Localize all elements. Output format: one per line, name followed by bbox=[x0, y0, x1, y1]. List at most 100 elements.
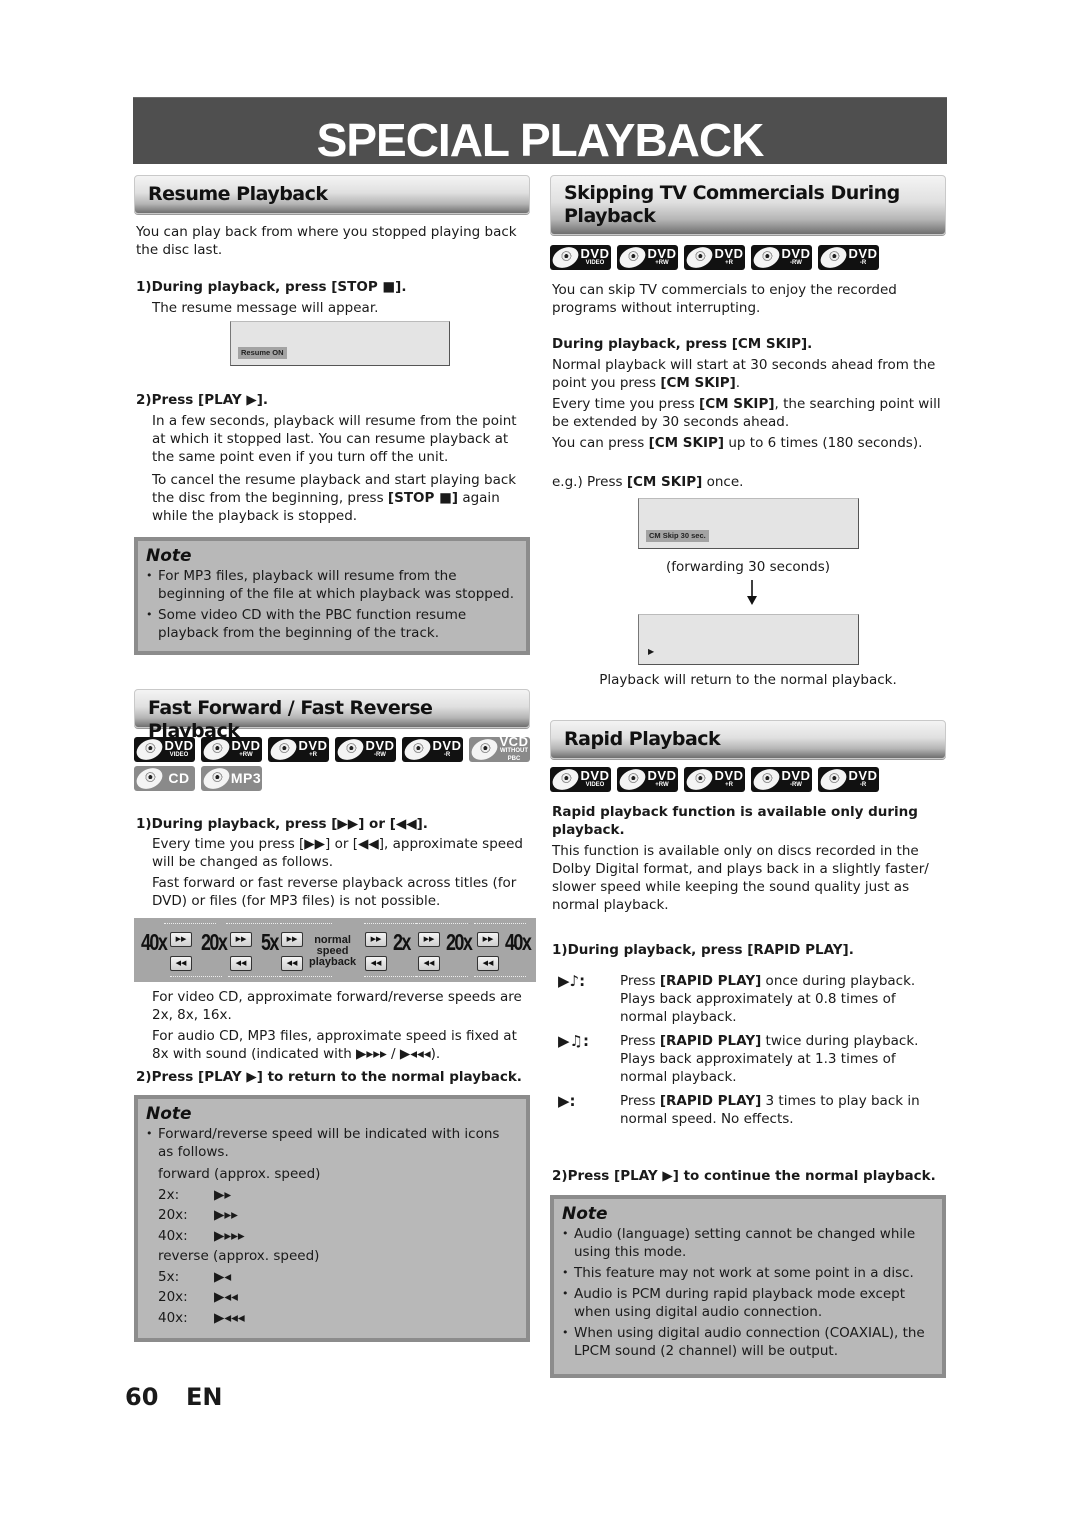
cm-skip-line3: You can press [CM SKIP] up to 6 times (1… bbox=[552, 435, 923, 451]
rew-button-icon: ◀◀ bbox=[418, 956, 440, 971]
dvd-plus-rw-disc-icon: DVD +RW bbox=[617, 245, 678, 270]
forward-label: forward (approx. speed) bbox=[158, 1166, 321, 1182]
ff-note: Note Forward/reverse speed will be indic… bbox=[134, 1095, 530, 1342]
cd-disc-icon: CD bbox=[134, 766, 195, 791]
fwd-20x-icon: ▶▸▸ bbox=[214, 1207, 238, 1223]
note-title: Note bbox=[146, 1104, 192, 1124]
resume-step2-text2: To cancel the resume playback and start … bbox=[152, 472, 517, 524]
note-item: Forward/reverse speed will be indicated … bbox=[146, 1125, 518, 1161]
speed-row: 2x: ▶▸ bbox=[158, 1185, 518, 1206]
resume-step2-title: 2)Press [PLAY ▶]. bbox=[136, 392, 269, 408]
cm-skip-message: CM Skip 30 sec. bbox=[646, 530, 709, 542]
reverse-label: reverse (approx. speed) bbox=[158, 1248, 320, 1264]
speed-label: 5x bbox=[261, 929, 279, 955]
speed-row: 20x: ▶◂◂ bbox=[158, 1287, 518, 1308]
section-title: Fast Forward / Fast Reverse Playback bbox=[148, 697, 433, 742]
vcd-disc-icon: VCD WITHOUT PBC bbox=[469, 737, 530, 762]
resume-intro: You can play back from where you stopped… bbox=[136, 224, 517, 258]
play-icon: ▶ bbox=[648, 647, 655, 656]
rew-button-icon: ◀◀ bbox=[281, 956, 303, 971]
ff-button-icon: ▶▶ bbox=[418, 932, 440, 947]
left-column: Resume Playback You can play back from w… bbox=[134, 0, 536, 1528]
cm-skip-example: e.g.) Press [CM SKIP] once. bbox=[552, 474, 744, 490]
cm-skip-intro: You can skip TV commercials to enjoy the… bbox=[552, 282, 897, 316]
speed-row: 40x: ▶◂◂◂ bbox=[158, 1308, 518, 1329]
dvd-plus-r-disc-icon: DVD +R bbox=[268, 737, 329, 762]
dvd-plus-rw-disc-icon: DVD +RW bbox=[617, 767, 678, 792]
speed-row: 40x: ▶▸▸▸ bbox=[158, 1226, 518, 1247]
dvd-video-disc-icon: DVD VIDEO bbox=[134, 737, 195, 762]
ff-vcd-text: For video CD, approximate forward/revers… bbox=[152, 989, 522, 1023]
page-number: 60 bbox=[125, 1383, 159, 1411]
cm-skip-line2: Every time you press [CM SKIP], the sear… bbox=[552, 396, 941, 430]
resume-step1-text: The resume message will appear. bbox=[152, 300, 379, 316]
note-title: Note bbox=[562, 1204, 608, 1224]
speed-label: 20x bbox=[201, 929, 228, 955]
arrow-down-icon bbox=[747, 580, 757, 605]
section-title: Rapid Playback bbox=[564, 728, 721, 750]
resume-screen: Resume ON bbox=[230, 321, 450, 366]
section-header-resume: Resume Playback bbox=[134, 175, 530, 214]
rapid-step1-title: 1)During playback, press [RAPID PLAY]. bbox=[552, 942, 854, 958]
speed-row: 5x: ▶◂ bbox=[158, 1267, 518, 1288]
dvd-video-disc-icon: DVD VIDEO bbox=[550, 245, 611, 270]
dvd-minus-rw-disc-icon: DVD -RW bbox=[751, 245, 812, 270]
return-caption: Playback will return to the normal playb… bbox=[599, 672, 897, 688]
ff-button-icon: ▶▶ bbox=[170, 932, 192, 947]
speed-row: 20x: ▶▸▸ bbox=[158, 1205, 518, 1226]
note-title: Note bbox=[146, 546, 192, 566]
rapid-note: Note Audio (language) setting cannot be … bbox=[550, 1195, 946, 1378]
section-header-rapid: Rapid Playback bbox=[550, 720, 946, 759]
rapid-mode-row: ▶♪: Press [RAPID PLAY] once during playb… bbox=[552, 972, 946, 1026]
ff-button-icon: ▶▶ bbox=[365, 932, 387, 947]
ff-step1-title: 1)During playback, press [▶▶] or [◀◀]. bbox=[136, 816, 428, 832]
dvd-minus-r-disc-icon: DVD -R bbox=[818, 245, 879, 270]
fwd-2x-icon: ▶▸ bbox=[214, 1186, 232, 1203]
slow-play-icon: ▶♪: bbox=[558, 972, 586, 990]
rapid-mode-row: ▶♫: Press [RAPID PLAY] twice during play… bbox=[552, 1032, 946, 1086]
dvd-minus-r-disc-icon: DVD -R bbox=[402, 737, 463, 762]
resume-step1-title: 1)During playback, press [STOP ■]. bbox=[136, 279, 407, 295]
rew-button-icon: ◀◀ bbox=[170, 956, 192, 971]
ff-disc-icons-row2: CD MP3 bbox=[134, 766, 262, 791]
rew-button-icon: ◀◀ bbox=[365, 956, 387, 971]
speed-label: 20x bbox=[446, 929, 473, 955]
section-header-cm-skip: Skipping TV Commercials During Playback bbox=[550, 175, 946, 235]
section-header-fast-forward: Fast Forward / Fast Reverse Playback bbox=[134, 689, 530, 742]
note-item: When using digital audio connection (COA… bbox=[562, 1324, 934, 1360]
rew-button-icon: ◀◀ bbox=[477, 956, 499, 971]
rapid-intro: This function is available only on discs… bbox=[552, 843, 929, 913]
note-item: For MP3 files, playback will resume from… bbox=[146, 567, 518, 603]
cm-skip-disc-icons: DVD VIDEO DVD +RW DVD +R DVD -RW DVD -R bbox=[550, 245, 879, 270]
fwd-40x-icon: ▶▸▸▸ bbox=[214, 1227, 245, 1244]
dvd-minus-rw-disc-icon: DVD -RW bbox=[751, 767, 812, 792]
ff-disc-icons-row1: DVD VIDEO DVD +RW DVD +R DVD -RW DVD -R VCD WI… bbox=[134, 737, 530, 762]
cm-skip-screen: CM Skip 30 sec. bbox=[638, 498, 859, 549]
ff-button-icon: ▶▶ bbox=[477, 932, 499, 947]
resume-step2-text1: In a few seconds, playback will resume f… bbox=[152, 413, 517, 465]
resume-on-message: Resume ON bbox=[238, 347, 287, 359]
note-item: Audio is PCM during rapid playback mode … bbox=[562, 1285, 934, 1321]
rapid-disc-icons: DVD VIDEO DVD +RW DVD +R DVD -RW DVD -R bbox=[550, 767, 879, 792]
mp3-disc-icon: MP3 bbox=[201, 766, 262, 791]
ff-audio-text: For audio CD, MP3 files, approximate spe… bbox=[152, 1028, 517, 1062]
forwarding-caption: (forwarding 30 seconds) bbox=[665, 559, 831, 575]
note-item: This feature may not work at some point … bbox=[562, 1264, 934, 1282]
right-column: Skipping TV Commercials During Playback … bbox=[550, 0, 946, 1528]
speed-icon-list: forward (approx. speed) 2x: ▶▸ 20x: ▶▸▸ 40… bbox=[146, 1164, 518, 1328]
note-item: Audio (language) setting cannot be chang… bbox=[562, 1225, 934, 1261]
cm-skip-step-title: During playback, press [CM SKIP]. bbox=[552, 336, 813, 352]
speed-label: 40x bbox=[141, 929, 168, 955]
normal-playback-screen: ▶ bbox=[638, 614, 859, 665]
cm-skip-line1: Normal playback will start at 30 seconds… bbox=[552, 357, 936, 391]
rapid-step2-title: 2)Press [PLAY ▶] to continue the normal … bbox=[552, 1168, 936, 1184]
page-language: EN bbox=[186, 1383, 223, 1411]
dvd-video-disc-icon: DVD VIDEO bbox=[550, 767, 611, 792]
speed-label: 40x bbox=[505, 929, 532, 955]
normal-speed-label: normal speed playback bbox=[309, 934, 357, 968]
dvd-plus-r-disc-icon: DVD +R bbox=[684, 767, 745, 792]
note-item: Some video CD with the PBC function resu… bbox=[146, 606, 518, 642]
rew-button-icon: ◀◀ bbox=[230, 956, 252, 971]
speed-label: 2x bbox=[393, 929, 411, 955]
rev-40x-icon: ▶◂◂◂ bbox=[214, 1309, 245, 1326]
